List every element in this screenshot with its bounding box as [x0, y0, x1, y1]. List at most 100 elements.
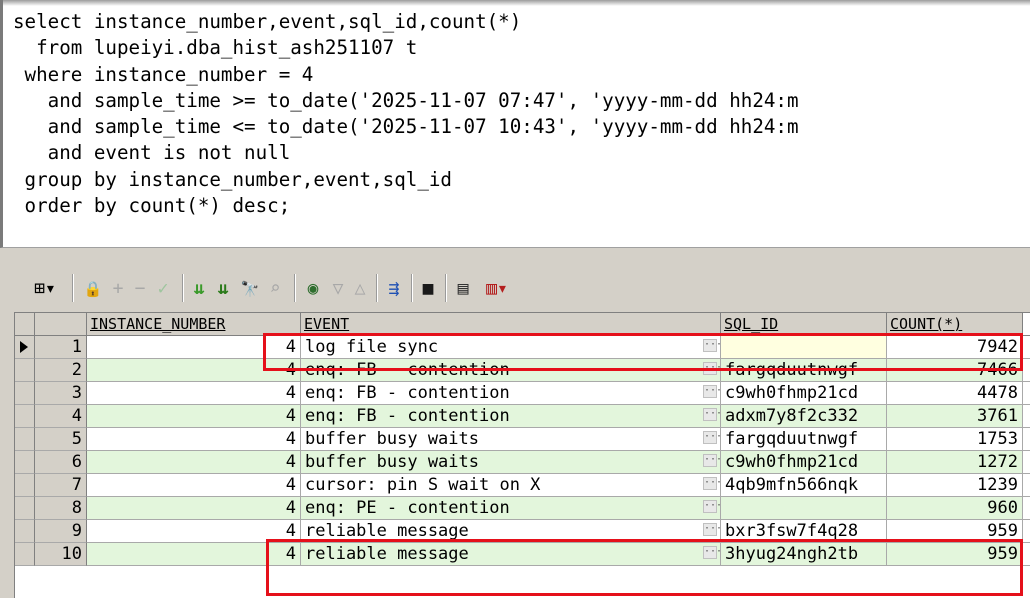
table-row[interactable]: 1 4 log file sync ··· 7942 — [15, 336, 1030, 359]
sql-editor[interactable]: select instance_number,event,sql_id,coun… — [0, 0, 1030, 248]
ellipsis-editor-icon[interactable]: ··· — [703, 546, 720, 559]
instance-number-cell[interactable]: 4 — [87, 520, 301, 543]
event-cell[interactable]: reliable message ··· — [301, 520, 721, 543]
row-number-cell[interactable]: 6 — [35, 451, 87, 474]
instance-number-cell[interactable]: 4 — [87, 497, 301, 520]
column-header-sql-id[interactable]: SQL_ID — [721, 313, 887, 336]
row-number-cell[interactable]: 9 — [35, 520, 87, 543]
ellipsis-editor-icon[interactable]: ··· — [703, 339, 720, 352]
table-row[interactable]: 6 4 buffer busy waits ··· c9wh0fhmp21cd 1272 — [15, 451, 1030, 474]
ellipsis-editor-icon[interactable]: ··· — [703, 408, 720, 421]
delete-record-icon[interactable]: − — [130, 277, 150, 301]
instance-number-cell[interactable]: 4 — [87, 428, 301, 451]
sql-id-cell[interactable] — [721, 497, 887, 520]
count-cell[interactable]: 959 — [887, 520, 1023, 543]
sql-id-cell[interactable]: fargqduutnwgf — [721, 359, 887, 382]
row-number-cell[interactable]: 7 — [35, 474, 87, 497]
instance-number-cell[interactable]: 4 — [87, 543, 301, 566]
table-row[interactable]: 5 4 buffer busy waits ··· fargqduutnwgf 1753 — [15, 428, 1030, 451]
event-cell[interactable]: buffer busy waits ··· — [301, 428, 721, 451]
sql-id-cell[interactable]: fargqduutnwgf — [721, 428, 887, 451]
table-row[interactable]: 8 4 enq: PE - contention ··· 960 — [15, 497, 1030, 520]
instance-number-cell[interactable]: 4 — [87, 359, 301, 382]
ellipsis-editor-icon[interactable]: ··· — [703, 385, 720, 398]
row-indicator-cell[interactable] — [15, 428, 35, 451]
instance-number-cell[interactable]: 4 — [87, 405, 301, 428]
table-row[interactable]: 10 4 reliable message ··· 3hyug24ngh2tb 959 — [15, 543, 1030, 566]
count-cell[interactable]: 7942 — [887, 336, 1023, 359]
event-cell[interactable]: enq: FB - contention ··· — [301, 382, 721, 405]
sql-id-cell[interactable]: bxr3fsw7f4q28 — [721, 520, 887, 543]
table-row[interactable]: 9 4 reliable message ··· bxr3fsw7f4q28 959 — [15, 520, 1030, 543]
event-cell[interactable]: enq: FB - contention ··· — [301, 405, 721, 428]
sql-id-cell[interactable]: c9wh0fhmp21cd — [721, 451, 887, 474]
instance-number-cell[interactable]: 4 — [87, 336, 301, 359]
event-cell[interactable]: enq: PE - contention ··· — [301, 497, 721, 520]
sort-up-icon[interactable]: △ — [350, 277, 370, 301]
table-row[interactable]: 4 4 enq: FB - contention ··· adxm7y8f2c332 37… — [15, 405, 1030, 428]
count-cell[interactable]: 1272 — [887, 451, 1023, 474]
row-indicator-cell[interactable] — [15, 359, 35, 382]
lock-icon[interactable]: 🔒 — [82, 277, 104, 301]
row-number-cell[interactable]: 1 — [35, 336, 87, 359]
sql-id-cell[interactable]: 4qb9mfn566nqk — [721, 474, 887, 497]
print-icon[interactable]: ▤ — [452, 277, 474, 301]
instance-number-cell[interactable]: 4 — [87, 382, 301, 405]
table-row[interactable]: 3 4 enq: FB - contention ··· c9wh0fhmp21cd 44… — [15, 382, 1030, 405]
row-indicator-cell[interactable] — [15, 497, 35, 520]
column-header-count[interactable]: COUNT(*) — [887, 313, 1023, 336]
row-indicator-cell[interactable] — [15, 451, 35, 474]
chart-icon[interactable]: ▥▾ — [478, 277, 516, 301]
ellipsis-editor-icon[interactable]: ··· — [703, 431, 720, 444]
table-row[interactable]: 7 4 cursor: pin S wait on X ··· 4qb9mfn566nq… — [15, 474, 1030, 497]
ellipsis-editor-icon[interactable]: ··· — [703, 500, 720, 513]
event-cell[interactable]: buffer busy waits ··· — [301, 451, 721, 474]
event-cell[interactable]: cursor: pin S wait on X ··· — [301, 474, 721, 497]
count-cell[interactable]: 4478 — [887, 382, 1023, 405]
add-record-icon[interactable]: + — [108, 277, 128, 301]
event-cell[interactable]: reliable message ··· — [301, 543, 721, 566]
ellipsis-editor-icon[interactable]: ··· — [703, 362, 720, 375]
row-indicator-cell[interactable] — [15, 474, 35, 497]
row-indicator-cell[interactable] — [15, 520, 35, 543]
query-by-example-icon[interactable]: ◉ — [302, 277, 324, 301]
clear-icon[interactable]: ⌕ — [264, 277, 286, 301]
row-indicator-cell[interactable] — [15, 382, 35, 405]
post-edit-icon[interactable]: ✓ — [152, 277, 174, 301]
ellipsis-editor-icon[interactable]: ··· — [703, 454, 720, 467]
event-cell[interactable]: log file sync ··· — [301, 336, 721, 359]
count-cell[interactable]: 960 — [887, 497, 1023, 520]
column-header-instance-number[interactable]: INSTANCE_NUMBER — [87, 313, 301, 336]
row-number-cell[interactable]: 5 — [35, 428, 87, 451]
clear-filter-icon[interactable]: ⇊ — [212, 277, 234, 301]
instance-number-cell[interactable]: 4 — [87, 451, 301, 474]
find-icon[interactable]: 🔭 — [238, 277, 262, 301]
ellipsis-editor-icon[interactable]: ··· — [703, 523, 720, 536]
row-number-cell[interactable]: 2 — [35, 359, 87, 382]
row-number-cell[interactable]: 8 — [35, 497, 87, 520]
row-number-cell[interactable]: 3 — [35, 382, 87, 405]
grid-options-icon[interactable]: ⊞▾ — [26, 277, 64, 301]
sql-text[interactable]: select instance_number,event,sql_id,coun… — [13, 9, 799, 219]
row-indicator-cell[interactable] — [15, 543, 35, 566]
row-number-cell[interactable]: 10 — [35, 543, 87, 566]
event-cell[interactable]: enq: FB - contention ··· — [301, 359, 721, 382]
result-grid[interactable]: INSTANCE_NUMBER EVENT SQL_ID COUNT(*) 14… — [14, 312, 1030, 598]
count-cell[interactable]: 3761 — [887, 405, 1023, 428]
row-indicator-cell[interactable] — [15, 336, 35, 359]
filter-icon[interactable]: ⇊ — [188, 277, 210, 301]
row-indicator-cell[interactable] — [15, 405, 35, 428]
count-cell[interactable]: 1753 — [887, 428, 1023, 451]
column-header-event[interactable]: EVENT — [301, 313, 721, 336]
export-icon[interactable]: ⇶ — [383, 277, 405, 301]
row-number-cell[interactable]: 4 — [35, 405, 87, 428]
count-cell[interactable]: 959 — [887, 543, 1023, 566]
sql-id-cell[interactable]: 3hyug24ngh2tb — [721, 543, 887, 566]
instance-number-cell[interactable]: 4 — [87, 474, 301, 497]
sql-id-cell[interactable] — [721, 336, 887, 359]
table-row[interactable]: 2 4 enq: FB - contention ··· fargqduutnwgf 74… — [15, 359, 1030, 382]
sql-id-cell[interactable]: c9wh0fhmp21cd — [721, 382, 887, 405]
count-cell[interactable]: 1239 — [887, 474, 1023, 497]
count-cell[interactable]: 7466 — [887, 359, 1023, 382]
sort-down-icon[interactable]: ▽ — [328, 277, 348, 301]
